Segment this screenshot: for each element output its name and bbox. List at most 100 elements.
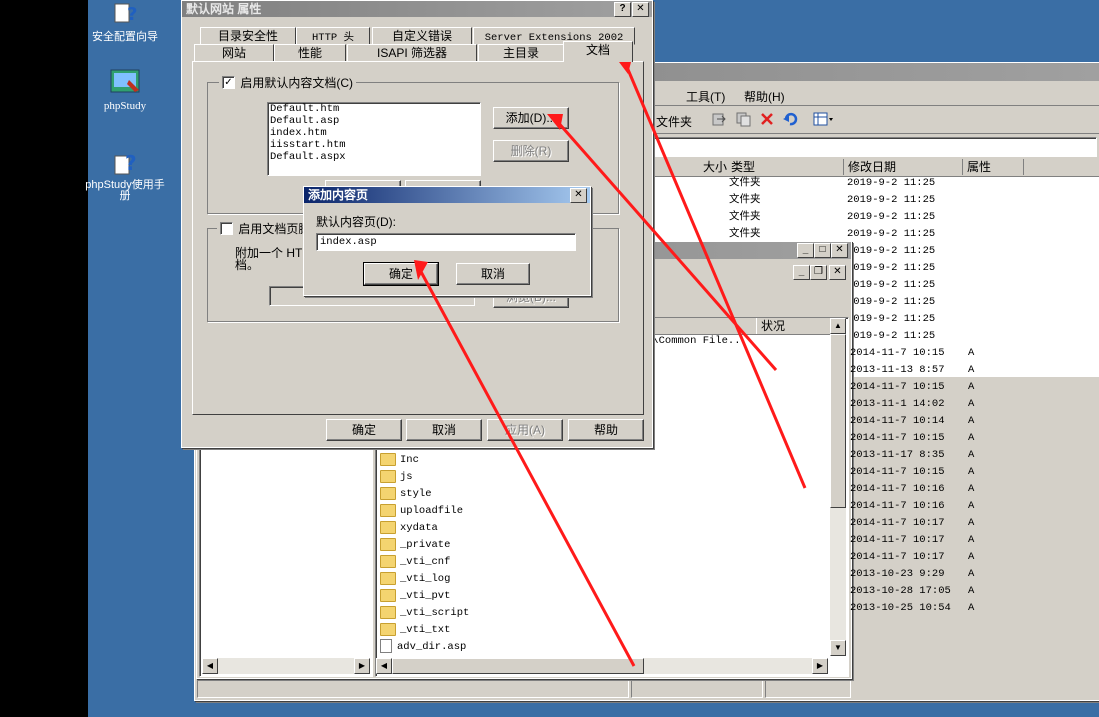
desktop-icon-phpstudy-manual[interactable]: ? phpStudy使用手册	[80, 148, 170, 202]
column-header-status[interactable]: 状况	[756, 318, 832, 334]
list-item[interactable]: Default.aspx	[268, 151, 480, 163]
folders-button[interactable]: 文件夹	[656, 113, 692, 130]
list-item[interactable]: 2014-11-7 10:16 A	[850, 498, 974, 515]
list-item[interactable]: js	[380, 469, 413, 486]
desktop-icon-phpstudy[interactable]: phpStudy	[80, 68, 170, 112]
list-item[interactable]: 文件夹 2019-9-2 11:25	[651, 175, 1099, 192]
help-manual-icon: ?	[109, 148, 141, 178]
list-item[interactable]: 2014-11-7 10:14 A	[850, 413, 974, 430]
properties-title: 默认网站 属性	[186, 2, 262, 16]
enable-footer-checkbox[interactable]	[220, 222, 233, 235]
list-item[interactable]: _private	[380, 537, 450, 554]
list-item[interactable]: 2013-11-1 14:02 A	[850, 396, 974, 413]
delete-icon[interactable]	[759, 111, 775, 127]
add-button[interactable]: 添加(D)...	[493, 107, 569, 129]
list-item[interactable]: _vti_log	[380, 571, 450, 588]
list-item[interactable]: Default.asp	[268, 115, 480, 127]
list-item[interactable]: 2014-11-7 10:16 A	[850, 481, 974, 498]
tab-http-headers[interactable]: HTTP 头	[296, 27, 370, 45]
tab-documents[interactable]: 文档	[563, 41, 633, 62]
list-item[interactable]: 2014-11-7 10:15 A	[850, 345, 974, 362]
mdi-minimize-button[interactable]: _	[793, 265, 810, 280]
default-docs-list[interactable]: Default.htm Default.asp index.htm iissta…	[267, 102, 481, 176]
minimize-button[interactable]: _	[797, 243, 814, 258]
enable-default-doc-checkbox[interactable]: ✓	[222, 76, 235, 89]
list-item[interactable]: index.htm	[268, 127, 480, 139]
list-item[interactable]: adv_dir.asp	[380, 639, 466, 656]
list-item[interactable]: style	[380, 486, 432, 503]
maximize-button[interactable]: □	[814, 243, 831, 258]
list-item[interactable]: uploadfile	[380, 503, 463, 520]
column-header-size[interactable]: 大小	[651, 159, 732, 175]
folder-icon	[380, 554, 396, 568]
list-item[interactable]: Inc	[380, 452, 419, 469]
cancel-button[interactable]: 取消	[406, 419, 482, 441]
scroll-right-icon[interactable]: ▶	[354, 658, 370, 674]
list-hscrollbar[interactable]: ◀ ▶	[376, 658, 828, 674]
list-item[interactable]: _vti_cnf	[380, 554, 450, 571]
mdi-close-button[interactable]: ✕	[829, 265, 846, 280]
list-item[interactable]: _vti_pvt	[380, 588, 450, 605]
tab-isapi-filters[interactable]: ISAPI 筛选器	[347, 44, 477, 62]
menu-tools[interactable]: 工具(T)	[686, 88, 725, 105]
explorer-statusbar	[197, 680, 1097, 698]
add-cancel-button[interactable]: 取消	[456, 263, 530, 285]
add-ok-button[interactable]: 确定	[363, 262, 439, 286]
scroll-left-icon[interactable]: ◀	[202, 658, 218, 674]
list-item[interactable]: Default.htm	[268, 103, 480, 115]
list-item[interactable]: 2014-11-7 10:17 A	[850, 515, 974, 532]
column-header-type[interactable]: 类型	[727, 159, 844, 175]
list-item[interactable]: 2013-11-13 8:57 A	[850, 362, 974, 379]
list-item[interactable]: 2014-11-7 10:15 A	[850, 464, 974, 481]
close-icon[interactable]: ✕	[570, 188, 587, 203]
list-item[interactable]: 2014-11-7 10:15 A	[850, 430, 974, 447]
list-item[interactable]: 2014-11-7 10:17 A	[850, 532, 974, 549]
list-item[interactable]: xydata	[380, 520, 438, 537]
menu-help[interactable]: 帮助(H)	[744, 88, 785, 105]
desktop-icon-security-wizard[interactable]: ? 安全配置向导	[80, 0, 170, 44]
views-icon[interactable]	[813, 111, 835, 127]
list-item[interactable]: 2013-10-23 9:29 A	[850, 566, 974, 583]
enable-footer-row[interactable]: 启用文档页脚	[217, 220, 314, 237]
close-button[interactable]: ✕	[831, 243, 848, 258]
list-item[interactable]: 文件夹 2019-9-2 11:25	[651, 192, 1099, 209]
help-icon[interactable]: ?	[614, 2, 631, 17]
scroll-up-icon[interactable]: ▲	[830, 318, 846, 334]
enable-default-doc-row[interactable]: ✓ 启用默认内容文档(C)	[219, 74, 357, 91]
close-icon[interactable]: ✕	[632, 2, 649, 17]
list-item[interactable]: 2014-11-7 10:17 A	[850, 549, 974, 566]
scroll-left-icon[interactable]: ◀	[376, 658, 392, 674]
list-item[interactable]: _vti_txt	[380, 622, 450, 639]
tree-hscrollbar[interactable]: ◀ ▶	[202, 658, 370, 674]
tab-directory-security[interactable]: 目录安全性	[200, 27, 296, 45]
list-vscrollbar[interactable]: ▲ ▼	[830, 318, 846, 656]
column-header-modified[interactable]: 修改日期	[844, 159, 963, 175]
list-item[interactable]: _vti_script	[380, 605, 469, 622]
list-item[interactable]: 2013-10-28 17:05 A	[850, 583, 974, 600]
folder-icon	[380, 605, 396, 619]
tab-performance[interactable]: 性能	[274, 44, 346, 62]
move-to-icon[interactable]	[711, 111, 727, 127]
scroll-down-icon[interactable]: ▼	[830, 640, 846, 656]
mdi-restore-button[interactable]: ❐	[810, 265, 827, 280]
apply-button[interactable]: 应用(A)	[487, 419, 563, 441]
hscroll-thumb[interactable]	[392, 658, 644, 674]
list-item[interactable]: 文件夹 2019-9-2 11:25	[651, 209, 1099, 226]
list-item[interactable]: 2013-11-17 8:35 A	[850, 447, 974, 464]
copy-to-icon[interactable]	[735, 111, 751, 127]
tab-custom-errors[interactable]: 自定义错误	[372, 27, 472, 45]
column-header-attributes[interactable]: 属性	[963, 159, 1024, 175]
tab-home-directory[interactable]: 主目录	[478, 44, 564, 62]
help-button[interactable]: 帮助	[568, 419, 644, 441]
scroll-thumb[interactable]	[830, 334, 846, 508]
tab-website[interactable]: 网站	[194, 44, 274, 62]
remove-button[interactable]: 删除(R)	[493, 140, 569, 162]
scroll-right-icon[interactable]: ▶	[812, 658, 828, 674]
undo-icon[interactable]	[782, 111, 798, 127]
folder-icon	[380, 452, 396, 466]
default-page-input[interactable]: index.asp	[316, 233, 576, 251]
ok-button[interactable]: 确定	[326, 419, 402, 441]
list-item[interactable]: 2013-10-25 10:54 A	[850, 600, 974, 617]
list-item[interactable]: 2014-11-7 10:15 A	[850, 379, 974, 396]
list-item[interactable]: iisstart.htm	[268, 139, 480, 151]
